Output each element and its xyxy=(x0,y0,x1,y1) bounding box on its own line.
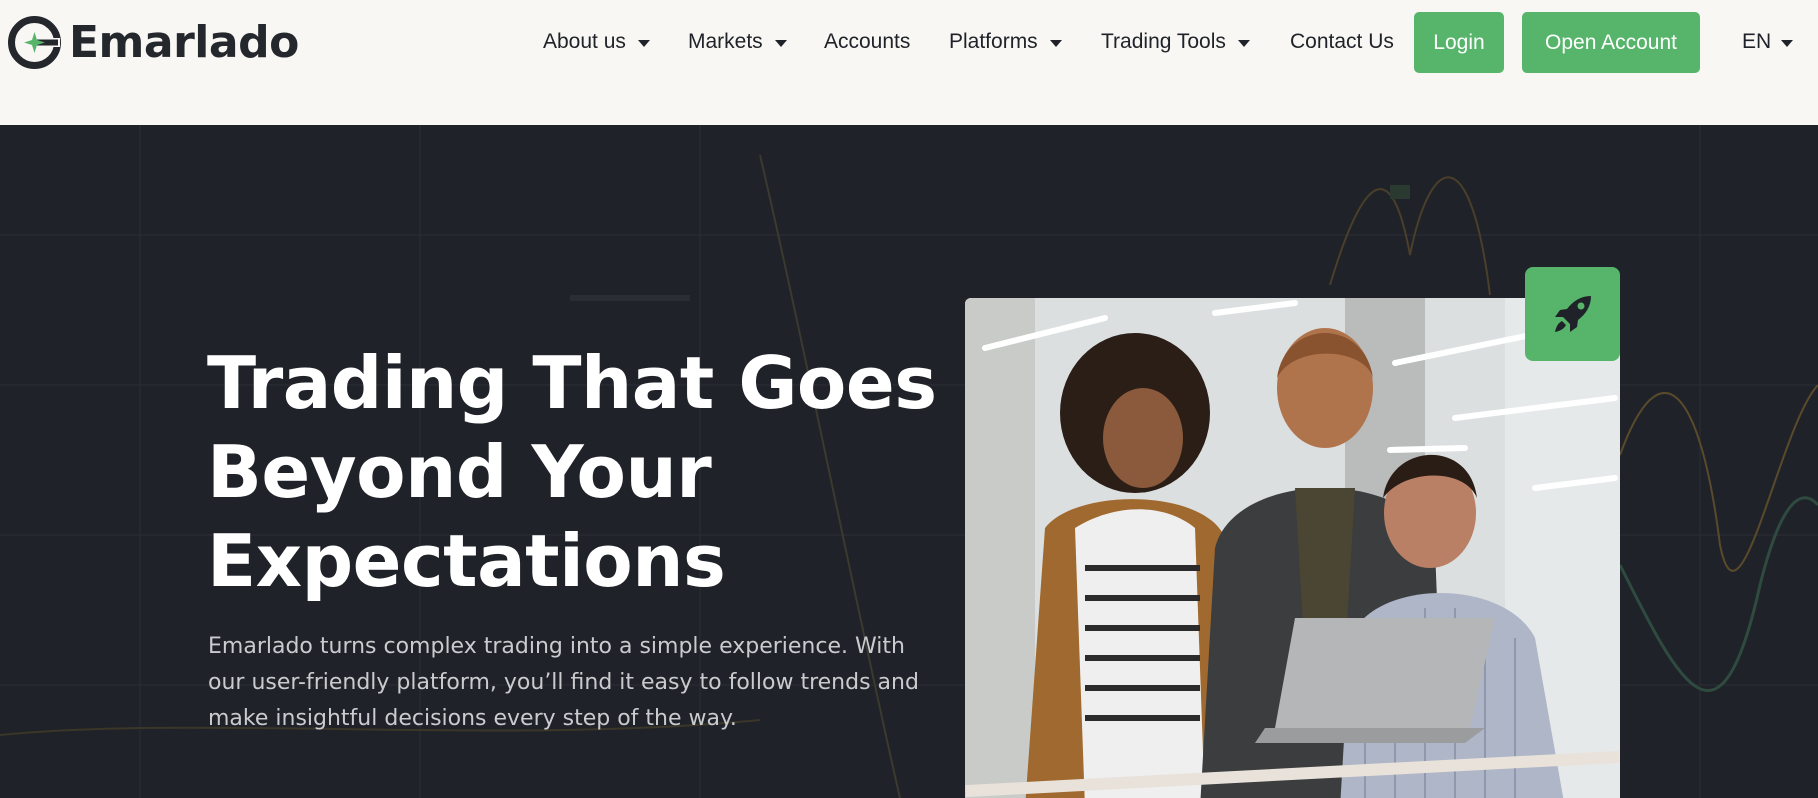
nav-item-markets[interactable]: Markets xyxy=(688,26,787,58)
nav-item-accounts[interactable]: Accounts xyxy=(824,26,910,58)
rocket-badge xyxy=(1525,267,1620,361)
caret-down-icon xyxy=(1049,39,1062,47)
brand-name: Emarlado xyxy=(69,17,299,68)
site-header: Emarlado About us Markets Accounts Platf… xyxy=(0,0,1818,125)
description-line: Emarlado turns complex trading into a si… xyxy=(208,634,905,659)
caret-down-icon xyxy=(637,39,650,47)
logo[interactable]: Emarlado xyxy=(8,16,299,69)
description-line: our user-friendly platform, you’ll find … xyxy=(208,670,919,695)
hero-description: Emarlado turns complex trading into a si… xyxy=(208,629,928,737)
nav-item-trading-tools[interactable]: Trading Tools xyxy=(1101,26,1250,58)
nav-item-platforms[interactable]: Platforms xyxy=(949,26,1062,58)
rocket-icon xyxy=(1554,296,1591,332)
login-button[interactable]: Login xyxy=(1414,12,1504,73)
caret-down-icon xyxy=(1781,39,1794,47)
description-line: make insightful decisions every step of … xyxy=(208,706,737,731)
headline-line: Beyond Your xyxy=(207,430,712,514)
hero-headline: Trading That Goes Beyond Your Expectatio… xyxy=(207,339,937,606)
hero-photo xyxy=(965,298,1620,798)
nav-item-label: Trading Tools xyxy=(1101,30,1226,53)
nav-item-label: Markets xyxy=(688,30,763,53)
team-laptop-illustration xyxy=(965,298,1620,798)
emarlado-logo-icon xyxy=(8,16,61,69)
caret-down-icon xyxy=(774,39,787,47)
headline-line: Trading That Goes xyxy=(207,341,937,425)
nav-item-contact-us[interactable]: Contact Us xyxy=(1290,26,1394,58)
headline-line: Expectations xyxy=(207,519,726,603)
nav-item-label: About us xyxy=(543,30,626,53)
nav-item-label: Platforms xyxy=(949,30,1038,53)
language-selector[interactable]: EN xyxy=(1742,26,1794,58)
nav-item-label: Accounts xyxy=(824,30,911,53)
hero-section: Trading That Goes Beyond Your Expectatio… xyxy=(0,125,1818,798)
open-account-button[interactable]: Open Account xyxy=(1522,12,1700,73)
language-label: EN xyxy=(1742,30,1772,53)
nav-item-about-us[interactable]: About us xyxy=(543,26,650,58)
nav-item-label: Contact Us xyxy=(1290,30,1394,53)
caret-down-icon xyxy=(1237,39,1250,47)
